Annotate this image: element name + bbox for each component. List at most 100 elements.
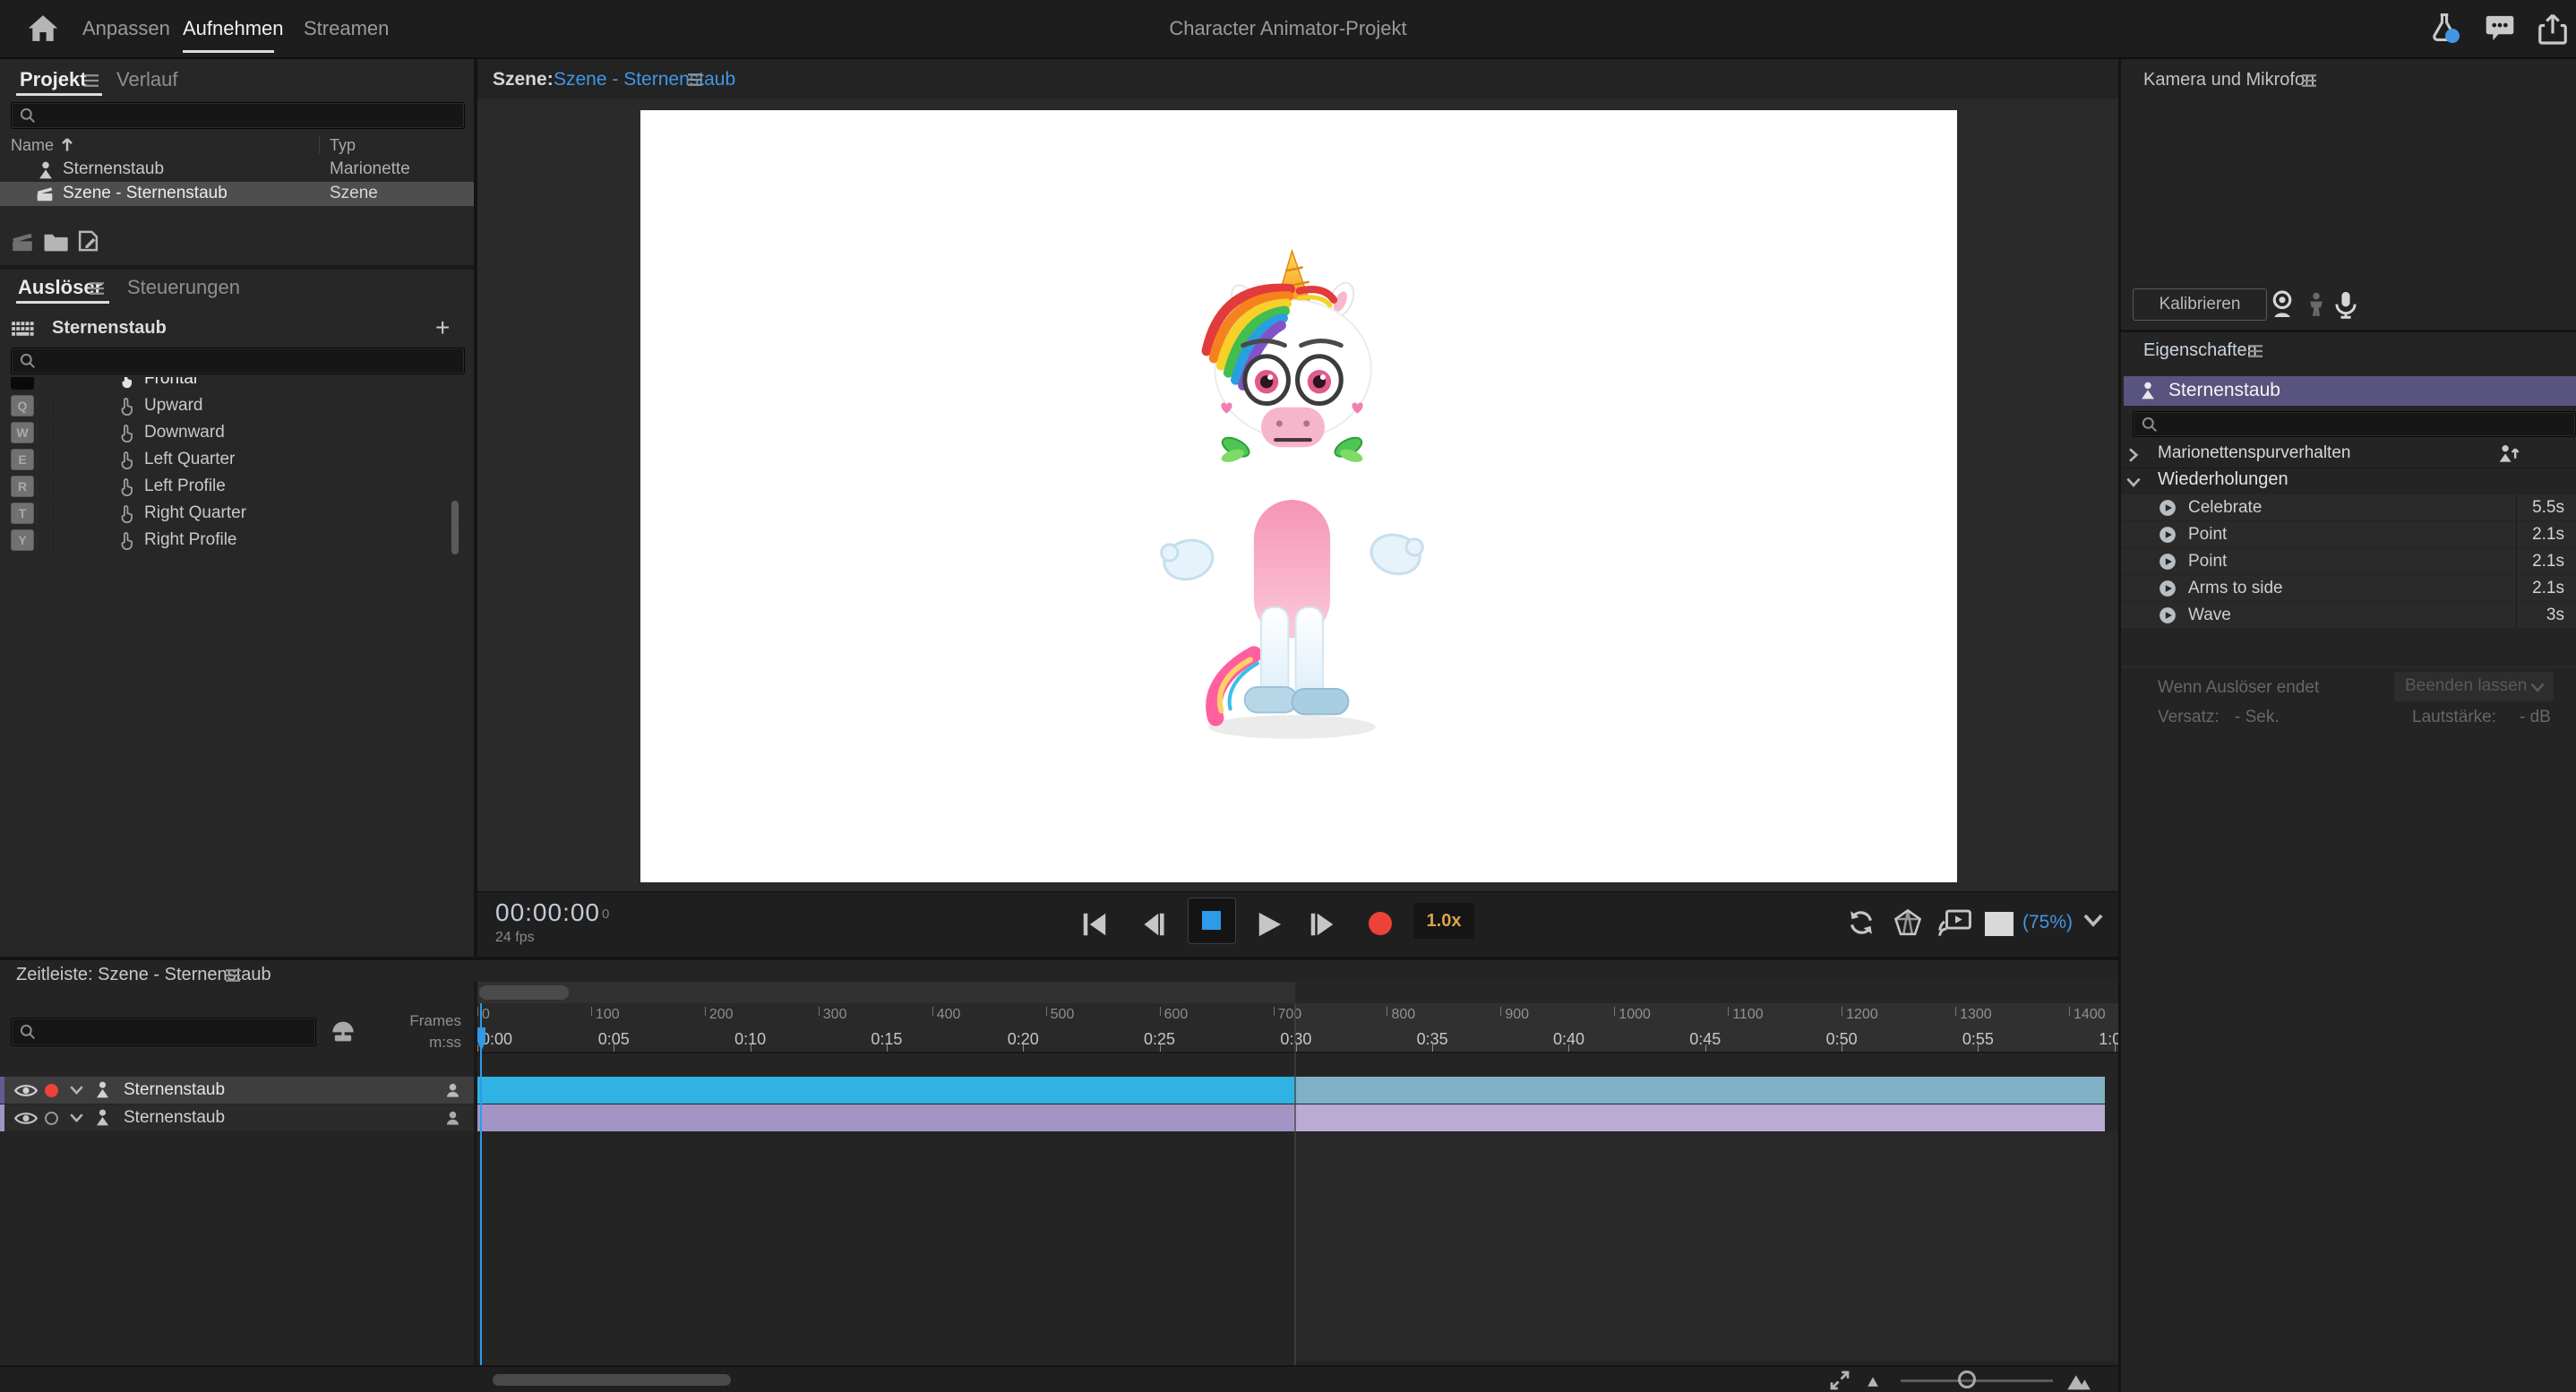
selected-puppet-row[interactable]: Sternenstaub <box>2124 376 2576 406</box>
trigger-row[interactable]: Y Right Profile <box>0 527 464 554</box>
project-search-input[interactable] <box>11 102 465 129</box>
mss-unit-label[interactable]: m:ss <box>354 1034 461 1052</box>
zoom-in-mountains-icon[interactable] <box>2065 1370 2092 1391</box>
replay-row-point[interactable]: Point 2.1s <box>2121 521 2576 547</box>
microphone-icon[interactable] <box>2334 290 2357 320</box>
take-bar-recorded[interactable] <box>477 1077 1295 1104</box>
track-header-1[interactable]: Sternenstaub <box>0 1077 474 1104</box>
trigger-keycap[interactable]: Y <box>11 529 34 551</box>
scene-name-link[interactable]: Szene - Sternenstaub <box>554 69 735 90</box>
record-arm-indicator[interactable] <box>45 1112 58 1125</box>
puppet-sternenstaub[interactable] <box>1138 244 1447 752</box>
camera-panel-menu-icon[interactable] <box>2300 73 2318 88</box>
trigger-keycap[interactable]: R <box>11 476 34 497</box>
trigger-keycap[interactable]: E <box>11 449 34 470</box>
chevron-down-icon[interactable] <box>70 1113 83 1122</box>
record-button[interactable] <box>1369 912 1392 935</box>
play-button[interactable] <box>1256 911 1283 938</box>
replay-row-arms-to-side[interactable]: Arms to side 2.1s <box>2121 575 2576 601</box>
add-trigger-button[interactable]: + <box>435 314 450 342</box>
take-bar-recorded[interactable] <box>477 1104 1295 1131</box>
project-row-scene[interactable]: Szene - Sternenstaub Szene <box>0 182 474 206</box>
puppet-track-icon[interactable] <box>444 1082 461 1099</box>
trigger-row[interactable]: Q Upward <box>0 392 464 419</box>
timecode-display[interactable]: 00:00:00 <box>495 898 600 927</box>
body-tracking-icon[interactable] <box>2306 290 2327 319</box>
play-circle-icon[interactable] <box>2159 526 2177 544</box>
take-bar-extended[interactable] <box>1295 1077 2105 1104</box>
puppet-pin-icon[interactable] <box>330 1019 356 1044</box>
track-bar-2[interactable] <box>477 1104 2105 1131</box>
trigger-set-name[interactable]: Sternenstaub <box>52 318 167 339</box>
trigger-row-frontal[interactable]: Frontal <box>0 377 464 392</box>
play-circle-icon[interactable] <box>2159 606 2177 624</box>
properties-panel-menu-icon[interactable] <box>2246 344 2264 358</box>
skip-to-start-button[interactable] <box>1080 912 1109 937</box>
new-folder-icon[interactable] <box>43 231 68 252</box>
trigger-list-scrollbar[interactable] <box>451 501 459 554</box>
zoom-out-mountain-icon[interactable] <box>1865 1375 1881 1388</box>
share-export-icon[interactable] <box>2538 13 2567 45</box>
mini-strip-thumb[interactable] <box>479 985 569 1000</box>
play-circle-icon[interactable] <box>2159 499 2177 517</box>
trigger-end-dropdown[interactable]: Beenden lassen <box>2394 672 2554 701</box>
gem-export-icon[interactable] <box>1893 908 1922 937</box>
horizontal-scrollbar-thumb[interactable] <box>493 1374 731 1386</box>
stop-button[interactable] <box>1188 898 1236 944</box>
behavior-row[interactable]: Marionettenspurverhalten <box>2121 441 2576 468</box>
track-behavior-icon[interactable] <box>2497 444 2520 463</box>
track-header-2[interactable]: Sternenstaub <box>0 1104 474 1131</box>
play-circle-icon[interactable] <box>2159 553 2177 571</box>
trigger-keycap[interactable]: W <box>11 422 34 443</box>
properties-search-input[interactable] <box>2133 411 2576 437</box>
webcam-icon[interactable] <box>2270 290 2295 319</box>
zoom-level[interactable]: (75%) <box>2022 912 2073 933</box>
puppet-track-icon[interactable] <box>444 1110 461 1127</box>
record-arm-indicator[interactable] <box>45 1084 58 1097</box>
visibility-eye-icon[interactable] <box>14 1111 38 1126</box>
play-circle-icon[interactable] <box>2159 580 2177 597</box>
playback-speed-button[interactable]: 1.0x <box>1413 903 1474 939</box>
replays-section-header[interactable]: Wiederholungen <box>2121 468 2576 494</box>
step-back-button[interactable] <box>1139 912 1168 937</box>
project-col-name[interactable]: Name <box>11 136 54 155</box>
snapshot-button[interactable] <box>1985 912 2014 936</box>
frames-unit-label[interactable]: Frames <box>354 1012 461 1030</box>
timeline-zoom-slider-knob[interactable] <box>1958 1371 1976 1388</box>
trigger-row[interactable]: T Right Quarter <box>0 500 464 527</box>
offset-value[interactable]: - Sek. <box>2235 708 2280 727</box>
projekt-panel-menu-icon[interactable] <box>82 73 100 88</box>
replay-row-point[interactable]: Point 2.1s <box>2121 548 2576 574</box>
chevron-right-icon[interactable] <box>2128 448 2139 462</box>
trigger-row[interactable]: E Left Quarter <box>0 446 464 473</box>
trigger-row[interactable]: R Left Profile <box>0 473 464 500</box>
timeline-panel-menu-icon[interactable] <box>224 968 242 983</box>
trigger-keycap[interactable] <box>11 377 34 390</box>
ruler-mini-strip[interactable] <box>477 982 2118 1003</box>
trigger-keycap[interactable]: Q <box>11 395 34 417</box>
refresh-scene-icon[interactable] <box>1847 908 1876 937</box>
feedback-chat-icon[interactable] <box>2485 14 2515 42</box>
volume-value[interactable]: - dB <box>2520 708 2551 727</box>
playhead-line[interactable] <box>480 1003 482 1365</box>
timeline-search-input[interactable] <box>11 1018 316 1046</box>
timeline-ruler-area[interactable]: 0100200300400500600700800900100011001200… <box>477 982 2118 1365</box>
workarea-end-line[interactable] <box>1294 1003 1296 1365</box>
trigger-row[interactable]: W Downward <box>0 419 464 446</box>
visibility-eye-icon[interactable] <box>14 1083 38 1098</box>
step-forward-button[interactable] <box>1308 912 1336 937</box>
chevron-down-icon[interactable] <box>2126 477 2141 487</box>
new-item-icon[interactable] <box>77 229 99 253</box>
fit-timeline-icon[interactable] <box>1829 1370 1850 1391</box>
new-scene-icon[interactable] <box>11 231 34 253</box>
tab-steuerungen[interactable]: Steuerungen <box>127 276 240 299</box>
track-bar-1[interactable] <box>477 1077 2105 1104</box>
screen-broadcast-icon[interactable] <box>1938 908 1972 937</box>
beta-flask-icon[interactable] <box>2429 13 2460 43</box>
zoom-dropdown-button[interactable] <box>2083 914 2103 927</box>
timeline-zoom-slider-track[interactable] <box>1901 1379 2053 1382</box>
trigger-keycap[interactable]: T <box>11 503 34 524</box>
tab-verlauf[interactable]: Verlauf <box>116 68 178 91</box>
chevron-down-icon[interactable] <box>70 1086 83 1095</box>
trigger-search-input[interactable] <box>11 348 465 374</box>
